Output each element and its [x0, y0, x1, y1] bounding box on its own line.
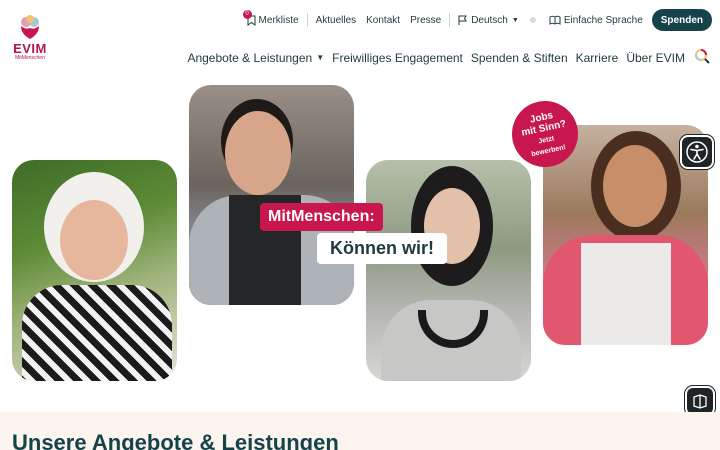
offers-section: Unsere Angebote & Leistungen: [0, 412, 720, 450]
logo-subline: MitMenschen: [15, 55, 45, 61]
wishlist-label: Merkliste: [258, 14, 299, 26]
accessibility-button[interactable]: [680, 135, 714, 169]
easy-language-label: Einfache Sprache: [563, 14, 643, 26]
photo-teen-headphones: [366, 160, 531, 381]
link-aktuelles[interactable]: Aktuelles: [311, 15, 362, 26]
book-icon: [549, 15, 561, 25]
divider: [449, 13, 451, 27]
search-icon: [695, 49, 710, 64]
sticker-line-3: Jetzt: [537, 135, 555, 146]
flag-icon: [458, 15, 468, 25]
divider: [306, 13, 308, 27]
accessibility-icon: [686, 141, 708, 163]
toggle-dot[interactable]: [529, 17, 536, 23]
link-kontakt[interactable]: Kontakt: [361, 15, 405, 26]
evim-logo[interactable]: EVIM MitMenschen: [10, 14, 50, 61]
reader-icon: [693, 394, 707, 409]
sticker-line-4: bewerben!: [530, 143, 567, 158]
utility-bar: 0 Merkliste Aktuelles Kontakt Presse Deu…: [242, 9, 712, 31]
nav-item-ueber-evim[interactable]: Über EVIM: [626, 51, 685, 65]
language-selector[interactable]: Deutsch ▼: [453, 15, 524, 26]
photo-senior-woman: [12, 160, 177, 381]
nav-item-karriere[interactable]: Karriere: [576, 51, 619, 65]
wishlist-link[interactable]: 0 Merkliste: [242, 9, 304, 26]
nav-item-engagement[interactable]: Freiwilliges Engagement: [332, 51, 463, 65]
search-button[interactable]: [694, 48, 710, 67]
donate-button[interactable]: Spenden: [651, 9, 712, 31]
nav-item-spenden[interactable]: Spenden & Stiften: [471, 51, 568, 65]
nav-item-angebote[interactable]: Angebote & Leistungen ▼: [187, 51, 324, 65]
section-heading: Unsere Angebote & Leistungen: [12, 430, 339, 450]
photo-young-man: [189, 85, 354, 305]
hero-tagline-1: MitMenschen:: [260, 203, 383, 231]
language-label: Deutsch: [471, 14, 508, 26]
chevron-down-icon: ▼: [316, 53, 325, 62]
logo-heart-icon: [21, 15, 39, 39]
main-navigation: Angebote & Leistungen ▼ Freiwilliges Eng…: [179, 48, 710, 67]
logo-wordmark: EVIM: [13, 41, 47, 56]
chevron-down-icon: ▼: [511, 16, 519, 24]
link-presse[interactable]: Presse: [405, 15, 446, 26]
hero-tagline-2: Können wir!: [317, 233, 447, 264]
easy-language-link[interactable]: Einfache Sprache: [544, 15, 648, 26]
wishlist-count-badge: 0: [242, 9, 252, 19]
nav-item-label: Angebote & Leistungen: [187, 50, 313, 65]
sticker-line-2: mit Sinn?: [520, 118, 568, 139]
